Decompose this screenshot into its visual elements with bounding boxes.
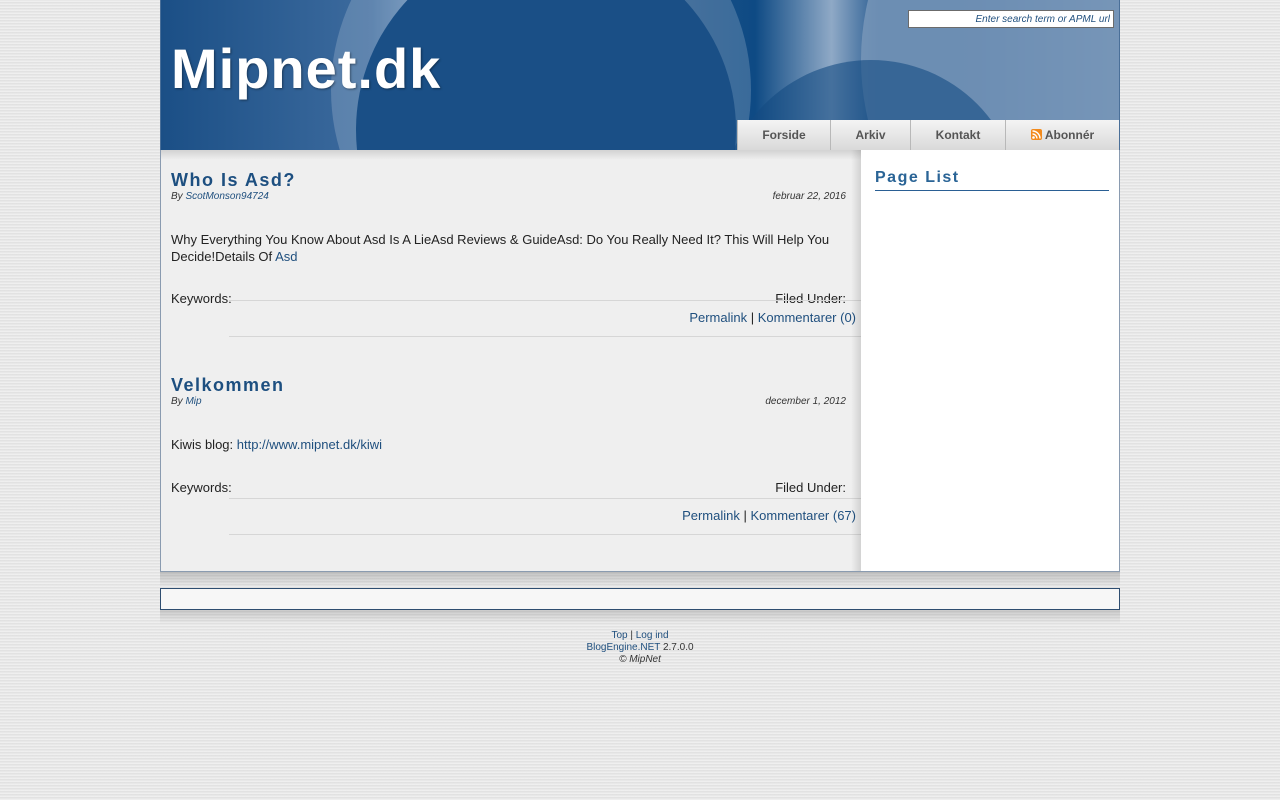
permalink-link[interactable]: Permalink xyxy=(682,508,740,523)
comments-link[interactable]: Kommentarer (67) xyxy=(751,508,856,523)
blogengine-link[interactable]: BlogEngine.NET xyxy=(586,642,660,653)
nav-item-abonner-label: Abonnér xyxy=(1044,128,1095,142)
post: Velkommen By Mip december 1, 2012 Kiwis … xyxy=(171,375,861,535)
post-title[interactable]: Who Is Asd? xyxy=(171,170,861,191)
footer-separator: | xyxy=(630,630,633,641)
post-links: Permalink | Kommentarer (0) xyxy=(229,300,861,337)
top-link[interactable]: Top xyxy=(611,630,627,641)
post-body: Why Everything You Know About Asd Is A L… xyxy=(171,231,831,265)
main-nav: Forside Arkiv Kontakt Abonnér xyxy=(737,120,1119,150)
post-title[interactable]: Velkommen xyxy=(171,375,861,396)
nav-item-forside[interactable]: Forside xyxy=(737,120,830,150)
post-links: Permalink | Kommentarer (67) xyxy=(229,498,861,535)
by-label: By xyxy=(171,191,183,202)
footer: Top | Log ind BlogEngine.NET 2.7.0.0 © M… xyxy=(160,630,1120,666)
page-wrapper: Mipnet.dk Forside Arkiv Kontakt Abonnér … xyxy=(160,0,1120,665)
divider-shadow xyxy=(160,572,1120,588)
engine-version: 2.7.0.0 xyxy=(662,642,694,653)
post-date: februar 22, 2016 xyxy=(772,191,846,202)
rss-icon xyxy=(1030,129,1042,140)
permalink-link[interactable]: Permalink xyxy=(689,310,747,325)
footer-links: Top | Log ind xyxy=(160,630,1120,642)
post-body: Kiwis blog: http://www.mipnet.dk/kiwi xyxy=(171,436,831,453)
by-label: By xyxy=(171,396,183,407)
post-date: december 1, 2012 xyxy=(765,396,846,407)
keywords-label: Keywords: xyxy=(171,291,232,306)
content-column: Who Is Asd? By ScotMonson94724 februar 2… xyxy=(161,150,861,571)
divider-shadow xyxy=(160,610,1120,624)
post-footer: Keywords: Filed Under: xyxy=(171,480,861,496)
site-title[interactable]: Mipnet.dk xyxy=(171,36,441,101)
copyright: © MipNet xyxy=(619,654,661,665)
sidebar: Page List xyxy=(875,150,1109,191)
link-separator: | xyxy=(750,310,755,325)
content-shadow xyxy=(161,150,861,160)
nav-item-kontakt[interactable]: Kontakt xyxy=(910,120,1005,150)
header: Mipnet.dk Forside Arkiv Kontakt Abonnér xyxy=(160,0,1120,150)
post-author-link[interactable]: ScotMonson94724 xyxy=(185,191,268,202)
login-link[interactable]: Log ind xyxy=(636,630,669,641)
post-body-link[interactable]: http://www.mipnet.dk/kiwi xyxy=(237,437,382,452)
link-separator: | xyxy=(743,508,747,523)
nav-item-arkiv[interactable]: Arkiv xyxy=(830,120,910,150)
post-meta: By ScotMonson94724 februar 22, 2016 xyxy=(171,191,861,204)
main-area: Who Is Asd? By ScotMonson94724 februar 2… xyxy=(160,150,1120,572)
post-author-link[interactable]: Mip xyxy=(185,396,201,407)
post-meta: By Mip december 1, 2012 xyxy=(171,396,861,409)
filed-under-label: Filed Under: xyxy=(775,480,846,495)
footer-bar xyxy=(160,588,1120,610)
sidebar-title: Page List xyxy=(875,169,1109,191)
comments-link[interactable]: Kommentarer (0) xyxy=(758,310,856,325)
post: Who Is Asd? By ScotMonson94724 februar 2… xyxy=(171,170,861,337)
nav-item-abonner[interactable]: Abonnér xyxy=(1005,120,1119,150)
post-body-link[interactable]: Asd xyxy=(275,249,297,264)
keywords-label: Keywords: xyxy=(171,480,232,495)
post-body-text: Why Everything You Know About Asd Is A L… xyxy=(171,232,830,264)
footer-engine: BlogEngine.NET 2.7.0.0 xyxy=(160,642,1120,654)
post-body-text: Kiwis blog: xyxy=(171,437,234,452)
search-input[interactable] xyxy=(908,10,1114,28)
